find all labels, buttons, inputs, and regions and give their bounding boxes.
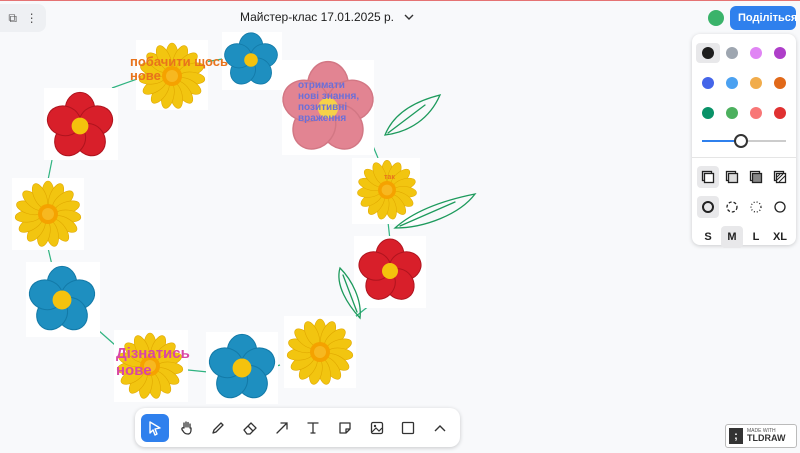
color-swatch[interactable] bbox=[744, 103, 768, 123]
dash-dotted-icon[interactable] bbox=[745, 196, 767, 218]
note-tool-icon[interactable] bbox=[331, 414, 359, 442]
dash-dashed-icon[interactable] bbox=[721, 196, 743, 218]
bottom-toolbar bbox=[135, 408, 460, 447]
hand-tool-icon[interactable] bbox=[173, 414, 201, 442]
rectangle-tool-icon[interactable] bbox=[394, 414, 422, 442]
color-swatch[interactable] bbox=[768, 73, 792, 93]
document-title-dropdown[interactable]: Майстер-клас 17.01.2025 р. bbox=[240, 10, 414, 24]
size-row: S M L XL bbox=[696, 224, 792, 250]
dash-solid-icon[interactable] bbox=[769, 196, 791, 218]
color-dot bbox=[750, 47, 762, 59]
badge-line2: TLDRAW bbox=[747, 433, 786, 443]
image-tool-icon[interactable] bbox=[363, 414, 391, 442]
size-option-l[interactable]: L bbox=[745, 226, 767, 248]
size-option-m[interactable]: M bbox=[721, 226, 743, 248]
color-dot bbox=[774, 47, 786, 59]
more-menu-icon[interactable]: ⋮ bbox=[26, 11, 38, 25]
color-swatch[interactable] bbox=[744, 43, 768, 63]
pencil-tool-icon[interactable] bbox=[204, 414, 232, 442]
color-swatch[interactable] bbox=[768, 103, 792, 123]
color-dot bbox=[750, 107, 762, 119]
color-dot bbox=[774, 77, 786, 89]
top-left-menu: ⧉ ⋮ bbox=[0, 4, 46, 32]
pages-icon[interactable]: ⧉ bbox=[8, 11, 17, 26]
color-swatch[interactable] bbox=[720, 73, 744, 93]
opacity-slider[interactable] bbox=[696, 129, 792, 153]
panel-divider bbox=[692, 157, 796, 158]
color-dot bbox=[774, 107, 786, 119]
dash-draw-icon[interactable] bbox=[697, 196, 719, 218]
color-dot bbox=[726, 77, 738, 89]
color-swatch[interactable] bbox=[720, 103, 744, 123]
fill-solid-icon[interactable] bbox=[745, 166, 767, 188]
tldraw-logo-icon: ; bbox=[729, 428, 743, 444]
text-tool-icon[interactable] bbox=[299, 414, 327, 442]
color-swatch[interactable] bbox=[720, 43, 744, 63]
color-dot bbox=[726, 107, 738, 119]
whiteboard-canvas[interactable] bbox=[0, 0, 800, 453]
document-title: Майстер-клас 17.01.2025 р. bbox=[240, 10, 395, 24]
size-option-s[interactable]: S bbox=[697, 226, 719, 248]
fill-pattern-icon[interactable] bbox=[769, 166, 791, 188]
color-swatch[interactable] bbox=[696, 73, 720, 93]
color-swatch[interactable] bbox=[696, 103, 720, 123]
color-grid bbox=[696, 43, 792, 123]
style-panel: S M L XL bbox=[692, 34, 796, 248]
share-area: Поділіться bbox=[708, 6, 797, 30]
chevron-down-icon bbox=[404, 14, 414, 20]
dash-style-row bbox=[696, 194, 792, 220]
color-dot bbox=[702, 107, 714, 119]
user-avatar[interactable] bbox=[708, 10, 724, 26]
slider-thumb[interactable] bbox=[734, 134, 748, 148]
share-button[interactable]: Поділіться bbox=[730, 6, 797, 30]
fill-style-row bbox=[696, 164, 792, 190]
arrow-tool-icon[interactable] bbox=[268, 414, 296, 442]
made-with-tldraw-badge[interactable]: ; MADE WITH TLDRAW bbox=[725, 424, 797, 448]
color-dot bbox=[702, 47, 714, 59]
eraser-tool-icon[interactable] bbox=[236, 414, 264, 442]
color-dot bbox=[702, 77, 714, 89]
color-swatch[interactable] bbox=[768, 43, 792, 63]
color-swatch[interactable] bbox=[744, 73, 768, 93]
select-tool-icon[interactable] bbox=[140, 413, 169, 442]
color-dot bbox=[726, 47, 738, 59]
fill-semi-icon[interactable] bbox=[721, 166, 743, 188]
color-swatch[interactable] bbox=[696, 43, 720, 63]
fill-none-icon[interactable] bbox=[697, 166, 719, 188]
color-dot bbox=[750, 77, 762, 89]
size-option-xl[interactable]: XL bbox=[769, 226, 791, 248]
chevron-up-icon[interactable] bbox=[426, 414, 454, 442]
